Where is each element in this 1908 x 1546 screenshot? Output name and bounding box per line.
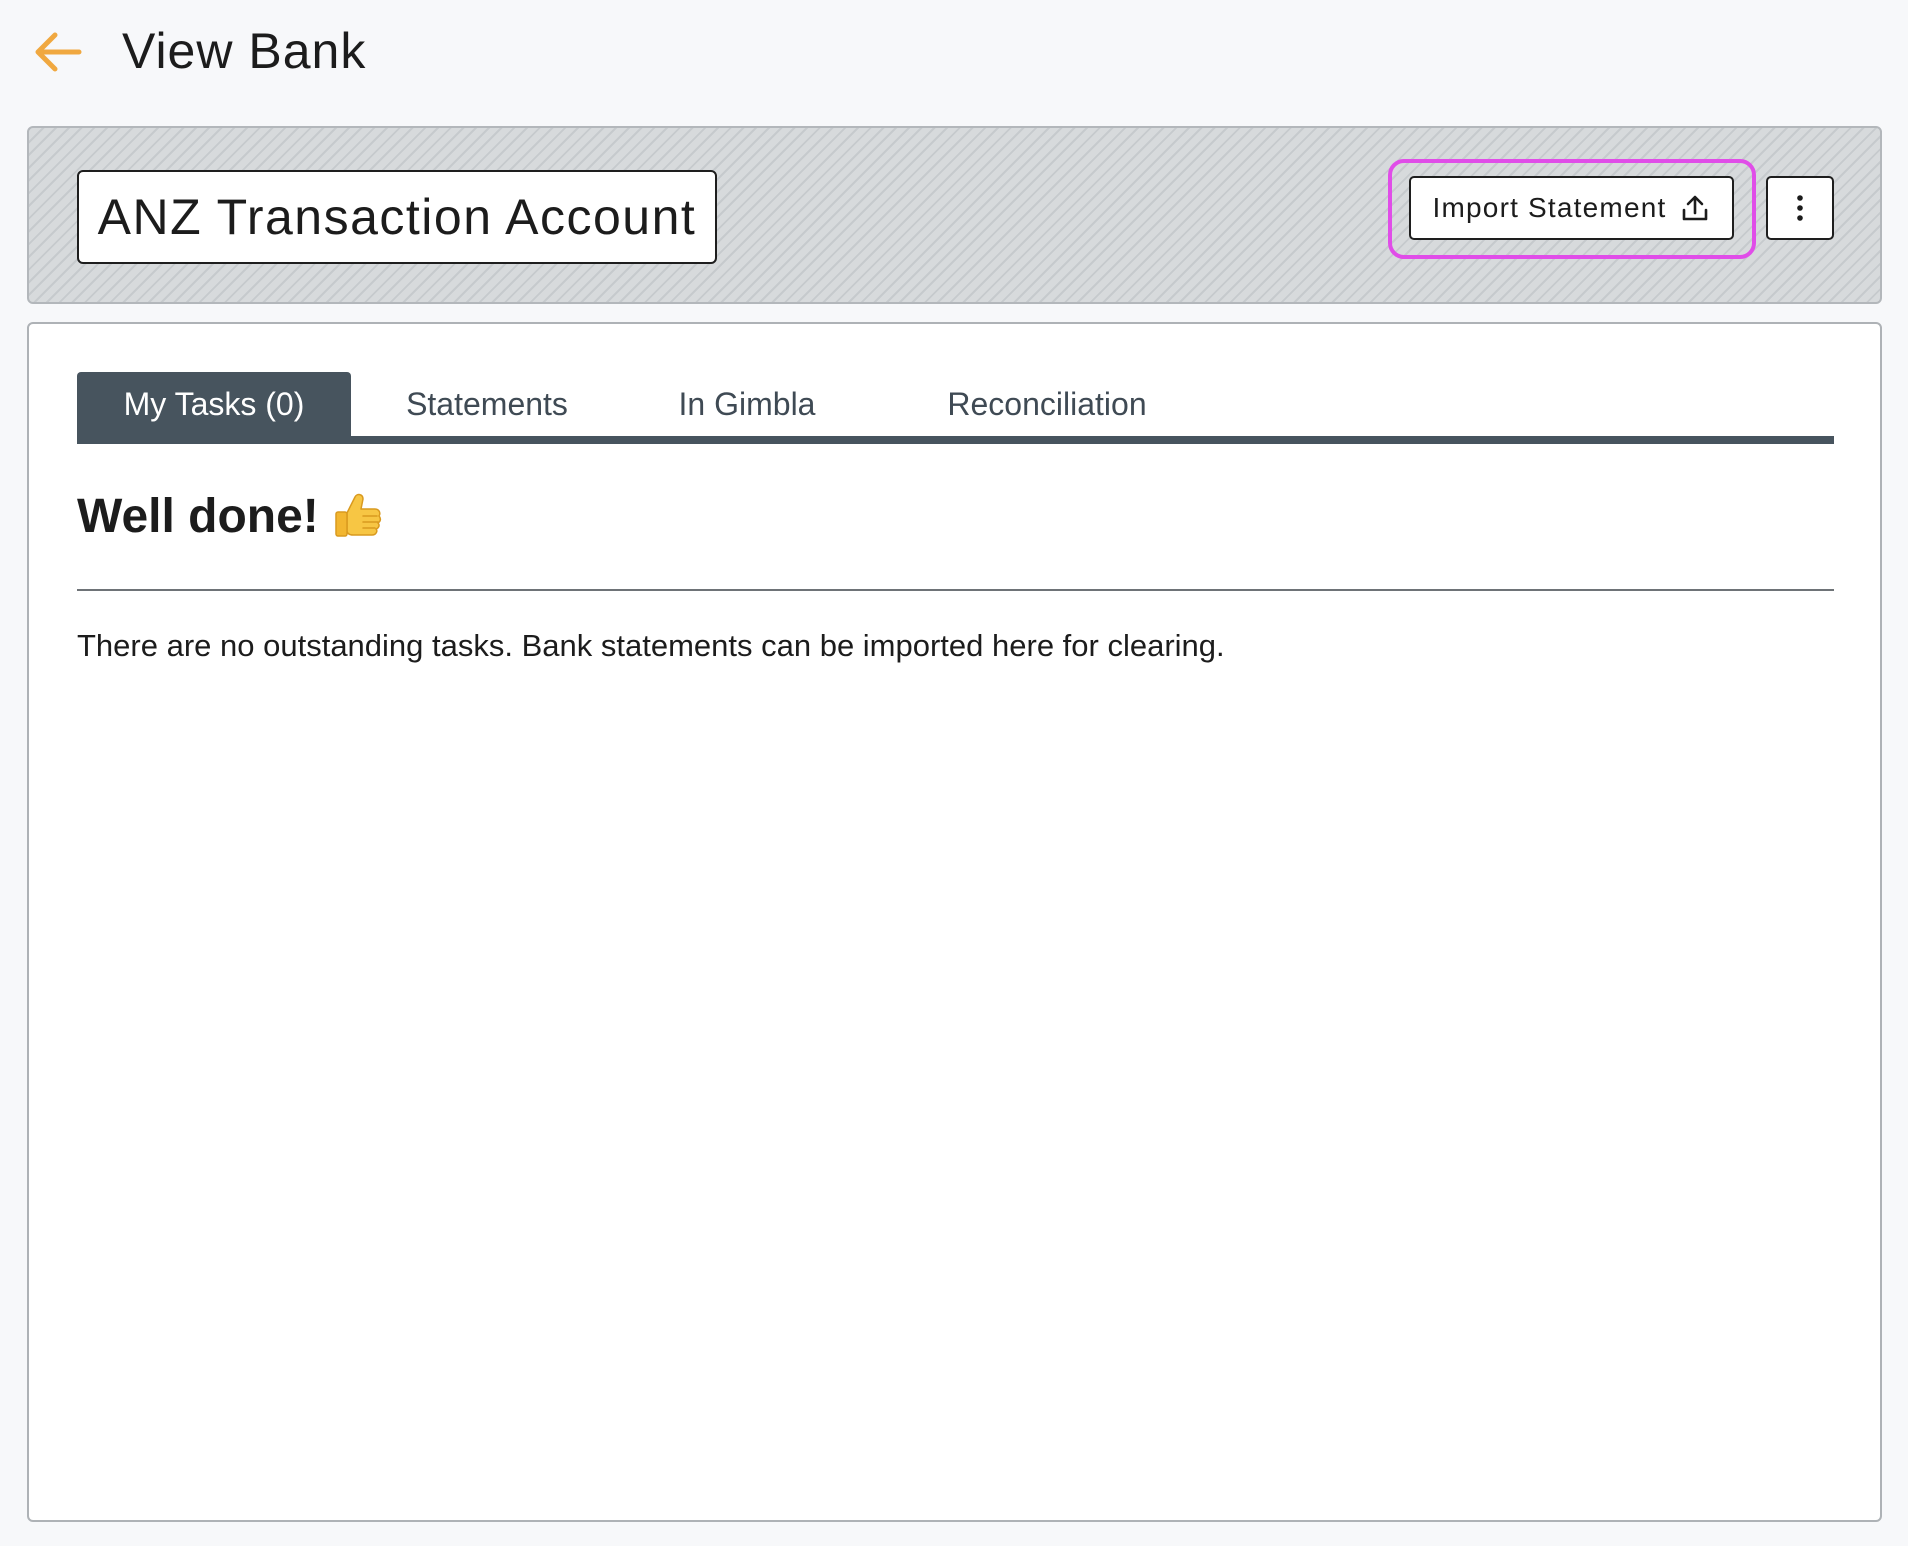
tab-bar: My Tasks (0) Statements In Gimbla Reconc… (77, 372, 1834, 448)
tab-statements[interactable]: Statements (397, 372, 577, 436)
account-name: ANZ Transaction Account (77, 170, 717, 264)
import-statement-label: Import Statement (1432, 192, 1667, 223)
success-heading-text: Well done! (77, 490, 319, 543)
more-vertical-icon (1797, 195, 1803, 221)
back-button[interactable] (30, 28, 86, 76)
tab-reconciliation[interactable]: Reconciliation (937, 372, 1157, 436)
content-divider (77, 589, 1834, 591)
arrow-left-icon (35, 32, 82, 72)
tab-underline (77, 436, 1834, 444)
upload-icon (1683, 195, 1708, 221)
thumbs-up-icon (335, 493, 381, 537)
top-bar: View Bank (0, 0, 1908, 110)
account-header: ANZ Transaction Account Import Statement (27, 126, 1882, 304)
tab-my-tasks[interactable]: My Tasks (0) (77, 372, 351, 436)
empty-state-message: There are no outstanding tasks. Bank sta… (77, 628, 1225, 663)
tab-in-gimbla[interactable]: In Gimbla (667, 372, 827, 436)
success-heading: Well done! (77, 489, 383, 544)
more-options-button[interactable] (1766, 176, 1834, 240)
import-statement-button[interactable]: Import Statement (1409, 176, 1734, 240)
page-title: View Bank (122, 23, 367, 79)
tasks-card: My Tasks (0) Statements In Gimbla Reconc… (27, 322, 1882, 1522)
